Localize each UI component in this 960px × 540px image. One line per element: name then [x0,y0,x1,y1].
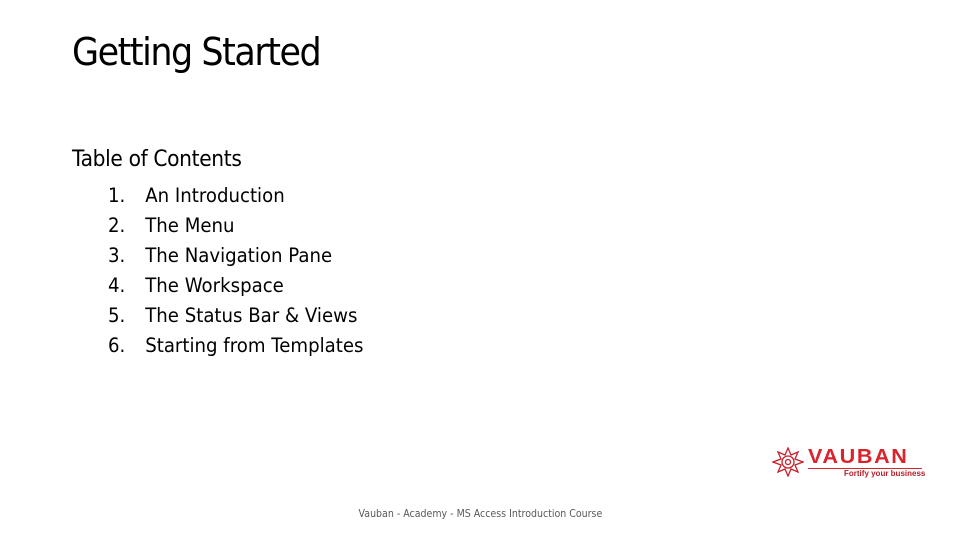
slide-title: Getting Started [72,30,322,74]
logo-tagline: Fortify your business [844,468,926,478]
logo-wordmark: VAUBAN [808,445,909,468]
toc-item: 5. The Status Bar & Views [108,300,363,330]
toc-item: 3. The Navigation Pane [108,240,363,270]
toc-list: 1. An Introduction 2. The Menu 3. The Na… [108,180,383,360]
toc-item-label: The Navigation Pane [145,243,333,267]
toc-item-number: 6. [108,333,126,357]
star-emblem-icon [772,447,804,477]
toc-item-label: An Introduction [145,183,285,207]
toc-heading: Table of Contents [72,147,242,172]
toc-item: 4. The Workspace [108,270,363,300]
footer-text: Vauban - Academy - MS Access Introductio… [358,508,602,520]
toc-item-number: 1. [108,183,126,207]
vauban-logo: VAUBAN Fortify your business [772,446,928,478]
toc-item-number: 5. [108,303,126,327]
slide: Getting Started Table of Contents 1. An … [0,0,960,540]
toc-item: 2. The Menu [108,210,363,240]
toc-item-number: 2. [108,213,126,237]
logo-text: VAUBAN Fortify your business [808,447,925,478]
slide-footer: Vauban - Academy - MS Access Introductio… [0,508,960,520]
toc-item-label: The Workspace [145,273,284,297]
toc-item-number: 4. [108,273,126,297]
toc-item-label: Starting from Templates [145,333,364,357]
toc-item-label: The Status Bar & Views [145,303,358,327]
toc-item-label: The Menu [145,213,235,237]
toc-item: 6. Starting from Templates [108,330,363,360]
toc-item-number: 3. [108,243,126,267]
toc-item: 1. An Introduction [108,180,363,210]
